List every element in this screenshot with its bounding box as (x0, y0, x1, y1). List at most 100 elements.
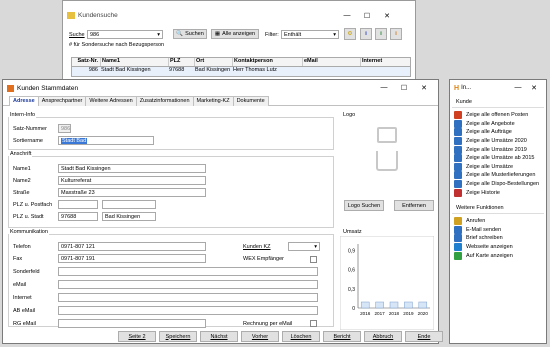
stadt-field[interactable]: Bad Kissingen (102, 212, 156, 221)
function-item[interactable]: Anrufen (454, 217, 542, 226)
weitere-header: Weitere Funktionen (452, 202, 544, 214)
logo-remove-button[interactable]: Entfernen (394, 200, 434, 211)
wex-checkbox[interactable] (310, 256, 317, 263)
email-field[interactable] (58, 280, 318, 289)
side-item[interactable]: Zeige alle Dispo-Bestellungen (454, 180, 542, 189)
close-button[interactable]: ✕ (526, 84, 542, 92)
list-item-icon (454, 119, 462, 128)
info-button-3[interactable]: i (390, 28, 402, 40)
side-item[interactable]: Zeige alle Umsätze 2020 (454, 137, 542, 146)
tab-dokumente[interactable]: Dokumente (232, 96, 269, 106)
loeschen-button[interactable]: Löschen (282, 331, 320, 342)
function-item[interactable]: Webseite anzeigen (454, 243, 542, 252)
logo-title: Logo (342, 112, 357, 118)
side-item[interactable]: Zeige Historie (454, 188, 542, 197)
info-button-2[interactable]: i (375, 28, 387, 40)
filter-select[interactable]: Enthält ▾ (281, 30, 339, 39)
col-name1[interactable]: Name1 (100, 58, 168, 66)
maximize-button[interactable]: ☐ (357, 12, 377, 20)
list-item-icon (454, 188, 462, 197)
logo-search-button[interactable]: Logo Suchen (344, 200, 384, 211)
plz-field[interactable]: 97688 (58, 212, 98, 221)
col-plz[interactable]: PLZ (168, 58, 194, 66)
strasse-field[interactable]: Maxstraße 23 (58, 188, 206, 197)
side-item[interactable]: Zeige alle offenen Posten (454, 111, 542, 120)
telefon-field[interactable]: 0971-807 121 (58, 242, 206, 251)
col-internet[interactable]: Internet (360, 58, 410, 66)
list-item-icon (454, 145, 462, 154)
col-email[interactable]: eMail (302, 58, 360, 66)
search-button[interactable]: 🔍 Suchen (173, 29, 207, 39)
fax-field[interactable]: 0971-807 191 (58, 254, 206, 263)
tab-zusatzinformationen[interactable]: Zusatzinformationen (135, 96, 194, 106)
close-button[interactable]: ✕ (377, 12, 397, 20)
search-app-icon (67, 12, 75, 19)
customer-window: Kunden Stammdaten — ☐ ✕ Adresse Ansprech… (2, 79, 443, 344)
strasse-label: Straße (13, 190, 30, 196)
kommunikation-title: Kommunikation (9, 229, 49, 235)
list-item-icon (454, 171, 462, 180)
info-panel: H In... — ✕ Kunde Zeige alle offenen Pos… (449, 79, 547, 344)
maximize-button[interactable]: ☐ (394, 84, 414, 92)
col-kontakt[interactable]: Kontaktperson (232, 58, 302, 66)
vorher-button[interactable]: Vorher (241, 331, 279, 342)
bar (389, 301, 399, 309)
email-label: eMail (13, 282, 27, 288)
side-item[interactable]: Zeige alle Aufträge (454, 128, 542, 137)
search-hint: # für Sondersuche nach Bezugsperson (69, 42, 165, 48)
search-title: Kundensuche (78, 12, 118, 19)
speichern-button[interactable]: Speichern (159, 331, 197, 342)
name2-field[interactable]: Kulturreferat (58, 176, 206, 185)
close-button[interactable]: ✕ (414, 84, 434, 92)
kunden-kz-select[interactable]: ▾ (288, 242, 320, 251)
side-item[interactable]: Zeige alle Musterlieferungen (454, 171, 542, 180)
internet-field[interactable] (58, 293, 318, 302)
show-all-button[interactable]: ▦ Alle anzeigen (211, 29, 259, 39)
sortiername-field[interactable]: Stadt Bad (58, 136, 154, 145)
plz-postfach-field[interactable] (58, 200, 98, 209)
y-tick-label: 0,6 (348, 268, 355, 274)
minimize-button[interactable]: — (510, 84, 526, 92)
logo-image-icon (377, 127, 397, 143)
side-item[interactable]: Zeige alle Angebote (454, 119, 542, 129)
function-label: Auf Karte anzeigen (466, 252, 513, 259)
tab-marketing-kz[interactable]: Marketing-KZ (192, 96, 234, 106)
abbruch-button[interactable]: Abbruch (364, 331, 402, 342)
side-item[interactable]: Zeige alle Umsätze ab 2015 (454, 154, 542, 163)
side-item-label: Zeige alle Dispo-Bestellungen (466, 181, 540, 188)
filter-value: Enthält (284, 32, 302, 38)
side-item[interactable]: Zeige alle Umsätze (454, 162, 542, 172)
col-ort[interactable]: Ort (194, 58, 232, 66)
ende-button[interactable]: Ende (405, 331, 443, 342)
seite2-button[interactable]: Seite 2 (118, 331, 156, 342)
rechnung-checkbox[interactable] (310, 320, 317, 327)
chevron-down-icon: ▾ (333, 32, 336, 38)
info-button-1[interactable]: i (360, 28, 372, 40)
sonderfeld-field[interactable] (58, 267, 318, 276)
function-item[interactable]: E-Mail senden (454, 225, 542, 235)
settings-button[interactable]: ⚙ (344, 28, 356, 40)
search-window: Kundensuche — ☐ ✕ Suche 986 ▾ 🔍 Suchen ▦ Al… (62, 0, 416, 80)
tab-adresse[interactable]: Adresse (9, 96, 39, 106)
anschrift-title: Anschrift (9, 151, 33, 157)
bericht-button[interactable]: Bericht (323, 331, 361, 342)
side-item[interactable]: Zeige alle Umsätze 2019 (454, 145, 542, 154)
postfach-field[interactable] (102, 200, 156, 209)
rg-email-field[interactable] (58, 319, 206, 328)
function-item[interactable]: Brief schreiben (454, 234, 542, 243)
name1-field[interactable]: Stadt Bad Kissingen (58, 164, 206, 173)
function-item[interactable]: Auf Karte anzeigen (454, 251, 542, 260)
tab-ansprechpartner[interactable]: Ansprechpartner (37, 96, 87, 106)
table-row[interactable]: 986 Stadt Bad Kissingen 97688 Bad Kissin… (72, 67, 410, 76)
minimize-button[interactable]: — (337, 12, 357, 20)
cell-internet (360, 67, 410, 76)
tab-weitere-adressen[interactable]: Weitere Adressen (85, 96, 137, 106)
side-item-label: Zeige Historie (466, 189, 500, 196)
minimize-button[interactable]: — (374, 84, 394, 92)
list-item-icon (454, 154, 462, 163)
search-input[interactable]: 986 ▾ (87, 30, 163, 39)
col-satznr[interactable]: Satz-Nr. (72, 58, 100, 66)
info-icon: i (395, 31, 397, 37)
ab-email-field[interactable] (58, 306, 318, 315)
naechst-button[interactable]: Nächst (200, 331, 238, 342)
